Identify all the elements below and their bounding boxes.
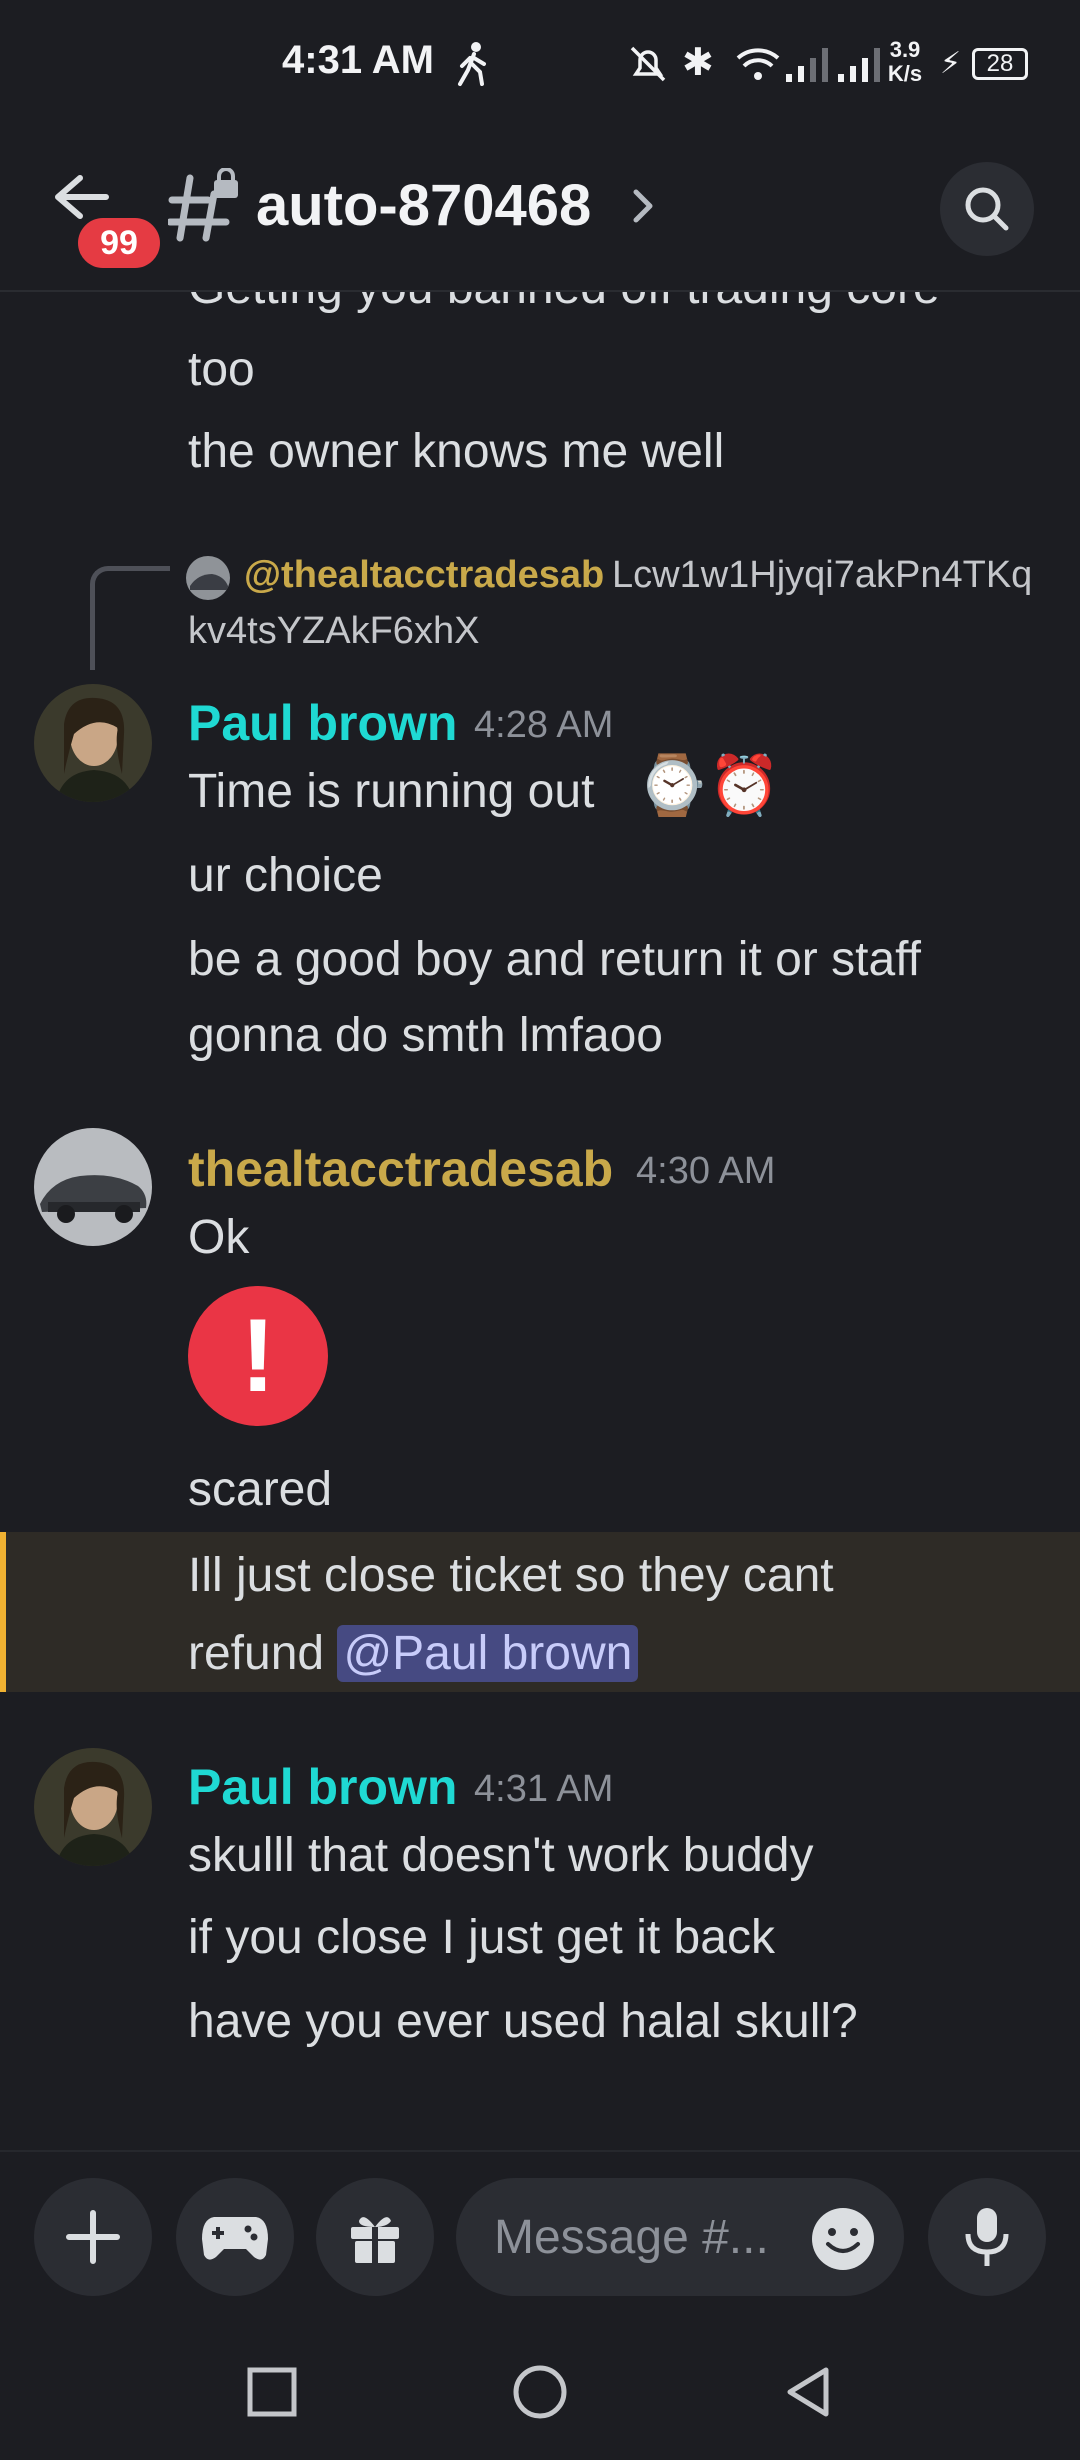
exclamation-icon: ! — [188, 1286, 328, 1426]
activities-button[interactable] — [176, 2178, 294, 2296]
channel-name[interactable]: auto-870468 — [256, 172, 591, 239]
message-line: Getting you banned off trading core — [188, 292, 940, 314]
charging-icon: ⚡ — [940, 47, 962, 80]
net-speed: 3.9 K/s — [887, 37, 923, 86]
message-placeholder: Message #... — [494, 2211, 769, 2264]
recents-icon[interactable] — [246, 2366, 298, 2418]
home-icon[interactable] — [512, 2364, 568, 2420]
mention-highlight-bar — [0, 1532, 6, 1692]
message-line: too — [188, 343, 255, 396]
message-line: be a good boy and return it or staff — [188, 933, 921, 986]
avatar[interactable] — [34, 1748, 152, 1866]
message-line: skulll that doesn't work buddy — [188, 1829, 814, 1882]
add-attachment-button[interactable] — [34, 2178, 152, 2296]
timestamp: 4:28 AM — [474, 704, 614, 746]
reply-avatar — [186, 556, 230, 600]
emoji-icon[interactable] — [810, 2206, 876, 2272]
timestamp: 4:30 AM — [636, 1150, 776, 1192]
back-nav-icon[interactable] — [782, 2364, 834, 2420]
walking-icon — [458, 42, 486, 86]
microphone-icon — [965, 2208, 1009, 2266]
message-line: ur choice — [188, 849, 383, 902]
gift-icon — [351, 2217, 399, 2263]
search-button[interactable] — [940, 162, 1034, 256]
reply-username[interactable]: @thealtacctradesab — [244, 554, 604, 597]
user-mention[interactable]: @Paul brown — [337, 1625, 639, 1682]
gamepad-icon — [202, 2217, 268, 2260]
voice-message-button[interactable] — [928, 2178, 1046, 2296]
username[interactable]: Paul brown — [188, 1758, 457, 1816]
message-line: Ok — [188, 1211, 250, 1264]
message-line: refund @Paul brown — [188, 1625, 639, 1682]
signal-2-icon — [838, 48, 880, 82]
search-icon — [965, 187, 1009, 231]
status-time: 4:31 AM — [282, 38, 434, 82]
back-arrow-icon[interactable] — [50, 172, 110, 222]
reply-preview[interactable]: kv4tsYZAkF6xhX — [188, 610, 479, 653]
message-line: Time is running out — [188, 765, 595, 818]
reply-preview[interactable]: Lcw1w1Hjyqi7akPn4TKq — [612, 554, 1032, 597]
battery-indicator: 28 — [972, 48, 1028, 80]
message-line: gonna do smth lmfaoo — [188, 1009, 663, 1062]
username[interactable]: Paul brown — [188, 694, 457, 752]
unread-badge: 99 — [78, 218, 160, 268]
signal-1-icon — [786, 48, 828, 82]
watch-alarm-emoji: ⌚⏰ — [636, 753, 781, 818]
gift-button[interactable] — [316, 2178, 434, 2296]
wifi-icon — [736, 48, 780, 80]
avatar[interactable] — [34, 1128, 152, 1246]
status-bar: 4:31 AM ✱ 3.9 K/s ⚡ 28 — [0, 0, 1080, 130]
avatar[interactable] — [34, 684, 152, 802]
message-line: if you close I just get it back — [188, 1911, 775, 1964]
username[interactable]: thealtacctradesab — [188, 1140, 613, 1198]
plus-icon — [66, 2210, 120, 2264]
bluetooth-icon: ✱ — [682, 42, 714, 84]
timestamp: 4:31 AM — [474, 1768, 614, 1810]
chevron-right-icon[interactable] — [628, 186, 658, 226]
message-line: the owner knows me well — [188, 425, 725, 478]
message-text: refund — [188, 1627, 338, 1680]
message-line: have you ever used halal skull? — [188, 1995, 858, 2048]
message-line: scared — [188, 1463, 333, 1516]
message-line: Ill just close ticket so they cant — [188, 1549, 834, 1602]
reply-connector — [90, 566, 170, 670]
mute-bell-icon — [630, 46, 666, 82]
private-channel-icon — [168, 168, 238, 242]
